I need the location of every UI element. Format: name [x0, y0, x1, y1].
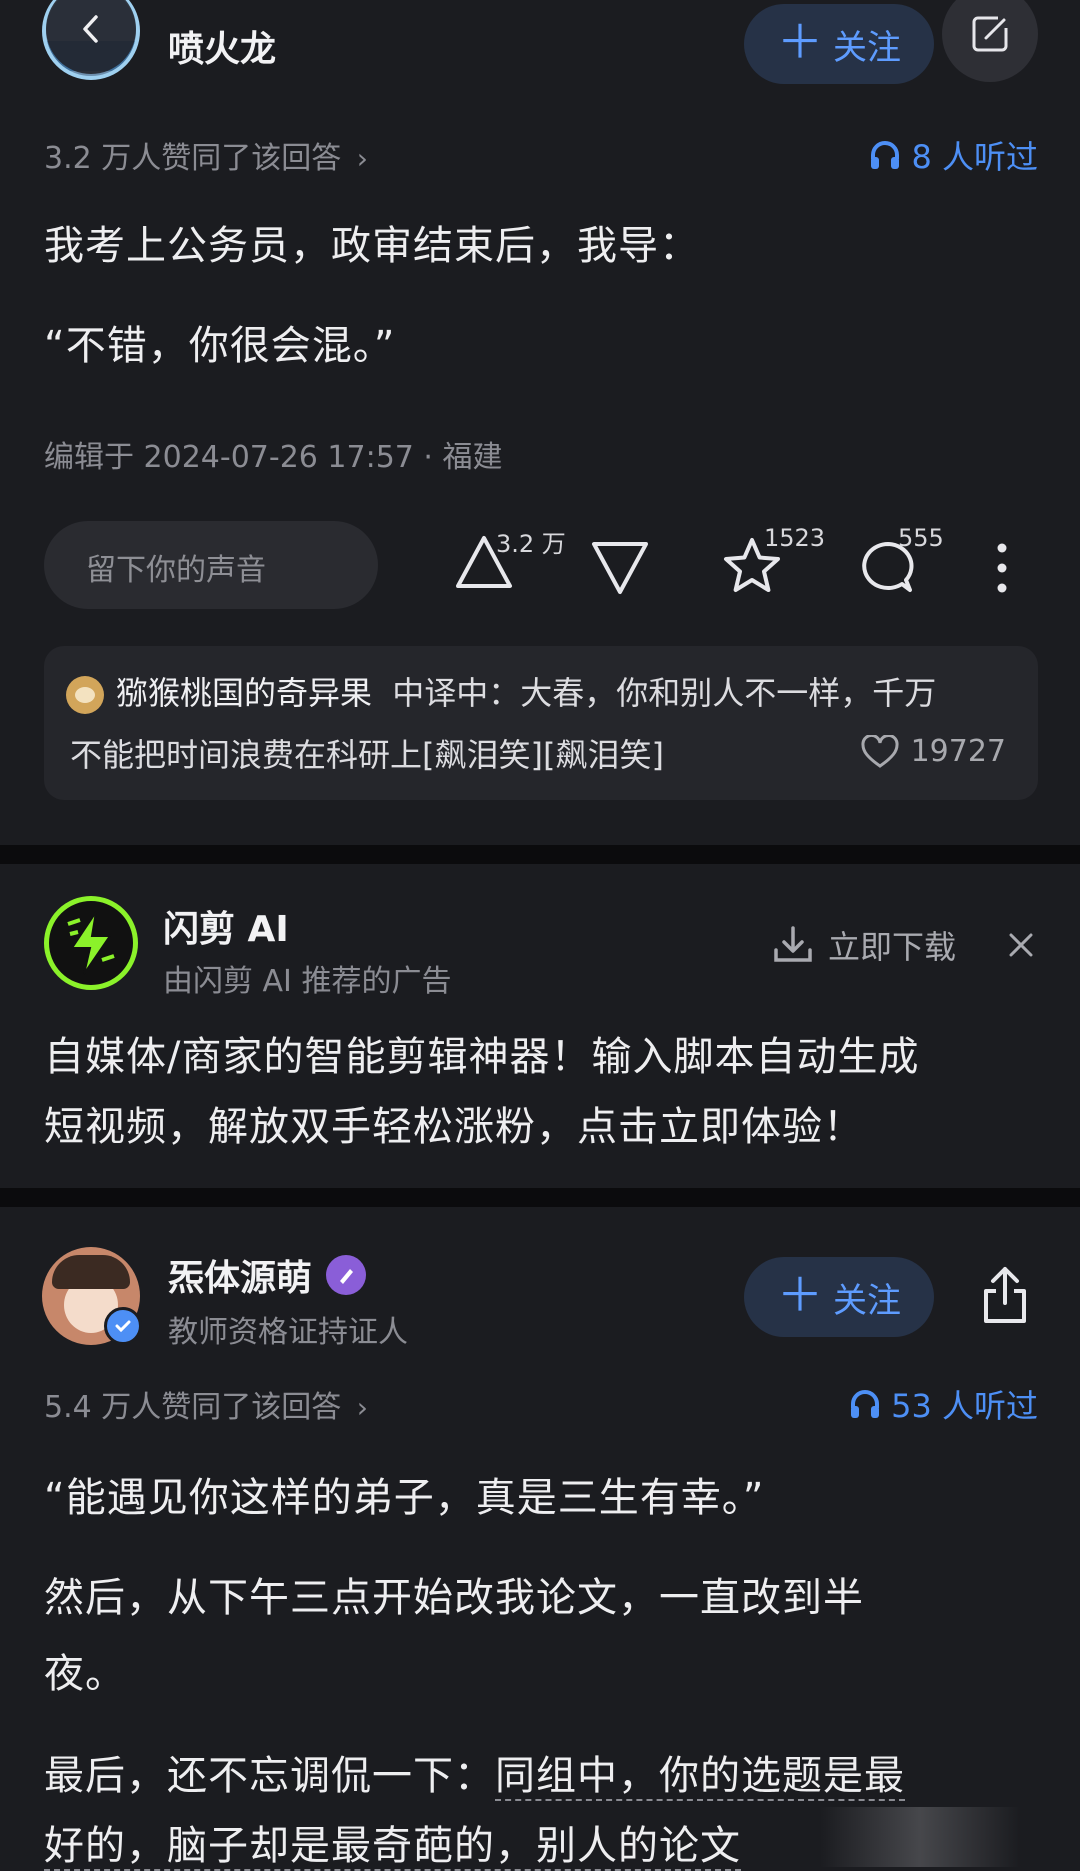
follow-button[interactable]: ＋ 关注 — [744, 1257, 934, 1337]
write-answer-button[interactable] — [942, 0, 1038, 82]
agree-count-link[interactable]: 5.4 万人赞同了该回答 › — [44, 1382, 368, 1426]
headphones-icon — [871, 141, 900, 169]
answer-paragraph-2: “不错，你很会混。” — [44, 323, 396, 369]
answer-paragraph-2-line2: 夜。 — [44, 1651, 126, 1697]
comment-text-line2: 不能把时间浪费在科研上[飙泪笑][飙泪笑] — [70, 736, 664, 774]
answer-paragraph-2-line1: 然后，从下午三点开始改我论文，一直改到半 — [44, 1575, 864, 1621]
commenter-avatar — [66, 676, 104, 714]
commenter-name[interactable]: 猕猴桃国的奇异果 — [116, 674, 372, 712]
more-vertical-icon — [997, 543, 1007, 593]
close-icon — [1009, 933, 1033, 957]
answer-paragraph-1: “能遇见你这样的弟子，真是三生有幸。” — [44, 1475, 765, 1521]
comment-input[interactable]: 留下你的声音 — [44, 521, 378, 609]
chevron-right-icon: › — [356, 142, 368, 175]
answer-paragraph-3-line2: 好的，脑子却是最奇葩的，别人的论文 — [44, 1813, 741, 1871]
downvote-button[interactable] — [588, 536, 652, 600]
more-button[interactable] — [990, 540, 1014, 596]
author-name[interactable]: 炁体源萌 — [168, 1249, 367, 1301]
answer-paragraph-3-line1: 最后，还不忘调侃一下：同组中，你的选题是最 — [44, 1753, 905, 1801]
section-divider — [0, 1188, 1080, 1207]
answer-card-2: 炁体源萌 教师资格证持证人 ＋ 关注 5.4 万人赞同了该回答 › 53 人听过… — [0, 1207, 1080, 1871]
edited-time: 编辑于 2024-07-26 17:57 · 福建 — [44, 440, 503, 475]
agree-count-link[interactable]: 3.2 万人赞同了该回答 › — [44, 133, 368, 177]
download-icon — [774, 926, 812, 962]
highlighted-text[interactable]: 好的，脑子却是最奇葩的，别人的论文 — [44, 1823, 741, 1871]
share-button[interactable] — [978, 1265, 1032, 1327]
edit-icon — [972, 16, 1008, 52]
ad-subtitle: 由闪剪 AI 推荐的广告 — [163, 964, 452, 999]
ad-text-line2: 短视频，解放双手轻松涨粉，点击立即体验！ — [44, 1104, 864, 1150]
creator-badge-icon — [326, 1255, 367, 1295]
answer-paragraph-1: 我考上公务员，政审结束后，我导： — [44, 223, 700, 269]
follow-button[interactable]: ＋ 关注 — [744, 4, 934, 84]
comment-like[interactable]: 19727 — [861, 734, 1006, 769]
favorite-count: 1523 — [764, 524, 826, 552]
section-divider — [0, 845, 1080, 864]
lightning-icon — [67, 911, 115, 975]
comment-count: 555 — [898, 524, 944, 552]
top-comment[interactable]: 猕猴桃国的奇异果 中译中：大春，你和别人不一样，千万 不能把时间浪费在科研上[飙… — [44, 646, 1038, 800]
upvote-count: 3.2 万 — [496, 530, 566, 558]
heart-icon — [861, 734, 899, 768]
plus-icon: ＋ — [777, 1268, 823, 1322]
author-bio: 教师资格证持证人 — [168, 1315, 408, 1350]
plus-icon: ＋ — [777, 15, 823, 69]
triangle-down-icon — [592, 542, 648, 594]
chevron-right-icon: › — [356, 1391, 368, 1424]
share-icon — [984, 1267, 1026, 1323]
watermark-overlay — [820, 1807, 1020, 1867]
answer-card-1: 喷火龙 ＋ 关注 3.2 万人赞同了该回答 › 8 人听过 我考上公务员，政审结… — [0, 0, 1080, 845]
comment-text-line1: 中译中：大春，你和别人不一样，千万 — [392, 674, 937, 712]
ad-app-logo — [44, 896, 138, 990]
ad-download-button[interactable]: 立即下载 — [772, 922, 956, 968]
headphones-icon — [851, 1390, 880, 1418]
chevron-left-icon — [83, 15, 98, 43]
ad-app-name: 闪剪 AI — [163, 909, 289, 950]
ad-close-button[interactable] — [1006, 930, 1036, 960]
listen-count[interactable]: 8 人听过 — [869, 132, 1038, 178]
ad-card[interactable]: 闪剪 AI 由闪剪 AI 推荐的广告 立即下载 自媒体/商家的智能剪辑神器！输入… — [0, 864, 1080, 1188]
ad-text-line1: 自媒体/商家的智能剪辑神器！输入脚本自动生成 — [44, 1034, 920, 1080]
verified-badge-icon — [104, 1307, 142, 1345]
author-name[interactable]: 喷火龙 — [168, 20, 276, 72]
highlighted-text[interactable]: 同组中，你的选题是最 — [495, 1753, 905, 1801]
listen-count[interactable]: 53 人听过 — [849, 1381, 1038, 1427]
